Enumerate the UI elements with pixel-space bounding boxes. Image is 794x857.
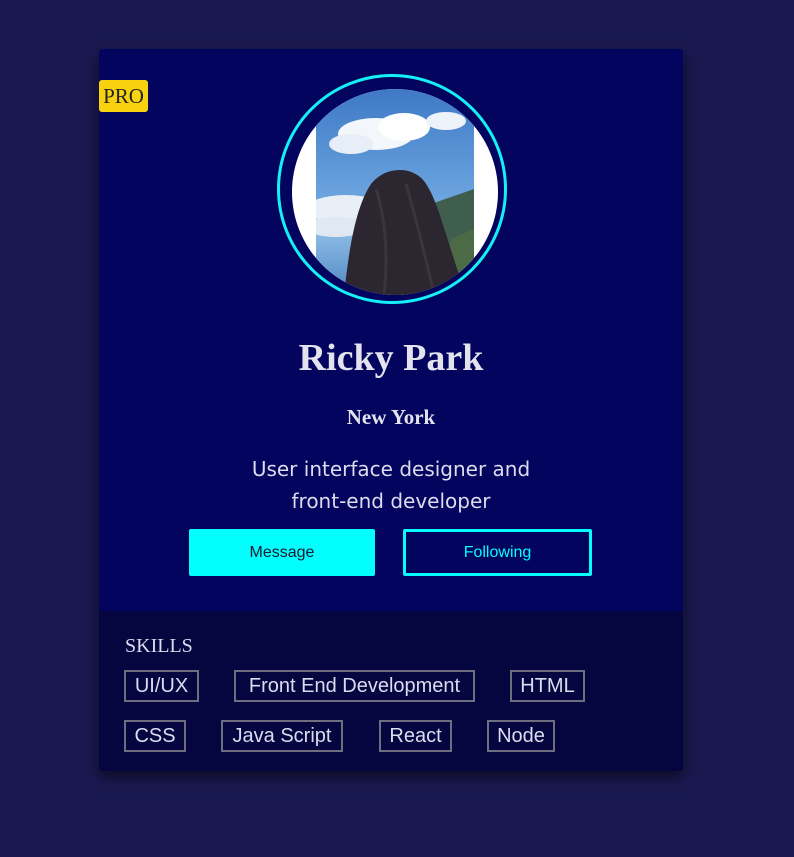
skills-section: SKILLS UI/UX Front End Development HTML … [99,611,683,771]
profile-card: PRO Ricky Park New York User interface d… [99,49,683,771]
profile-location: New York [346,405,436,429]
pro-badge: PRO [99,80,148,112]
skill-tag: Java Script [221,720,343,752]
skill-tag: Node [487,720,555,752]
skill-tag: Front End Development [234,670,475,702]
avatar [292,89,498,295]
skills-title: SKILLS [125,635,193,657]
skill-tag: HTML [510,670,585,702]
skill-tag: CSS [124,720,186,752]
skill-tag: React [379,720,452,752]
bio-line-2: front-end developer [291,489,491,513]
avatar-photo [316,89,474,295]
bio-line-1: User interface designer and [251,457,531,481]
profile-bio: User interface designer and front-end de… [241,453,541,517]
message-button[interactable]: Message [189,529,375,576]
profile-name: Ricky Park [298,337,484,379]
following-button[interactable]: Following [403,529,592,576]
skill-tag: UI/UX [124,670,199,702]
